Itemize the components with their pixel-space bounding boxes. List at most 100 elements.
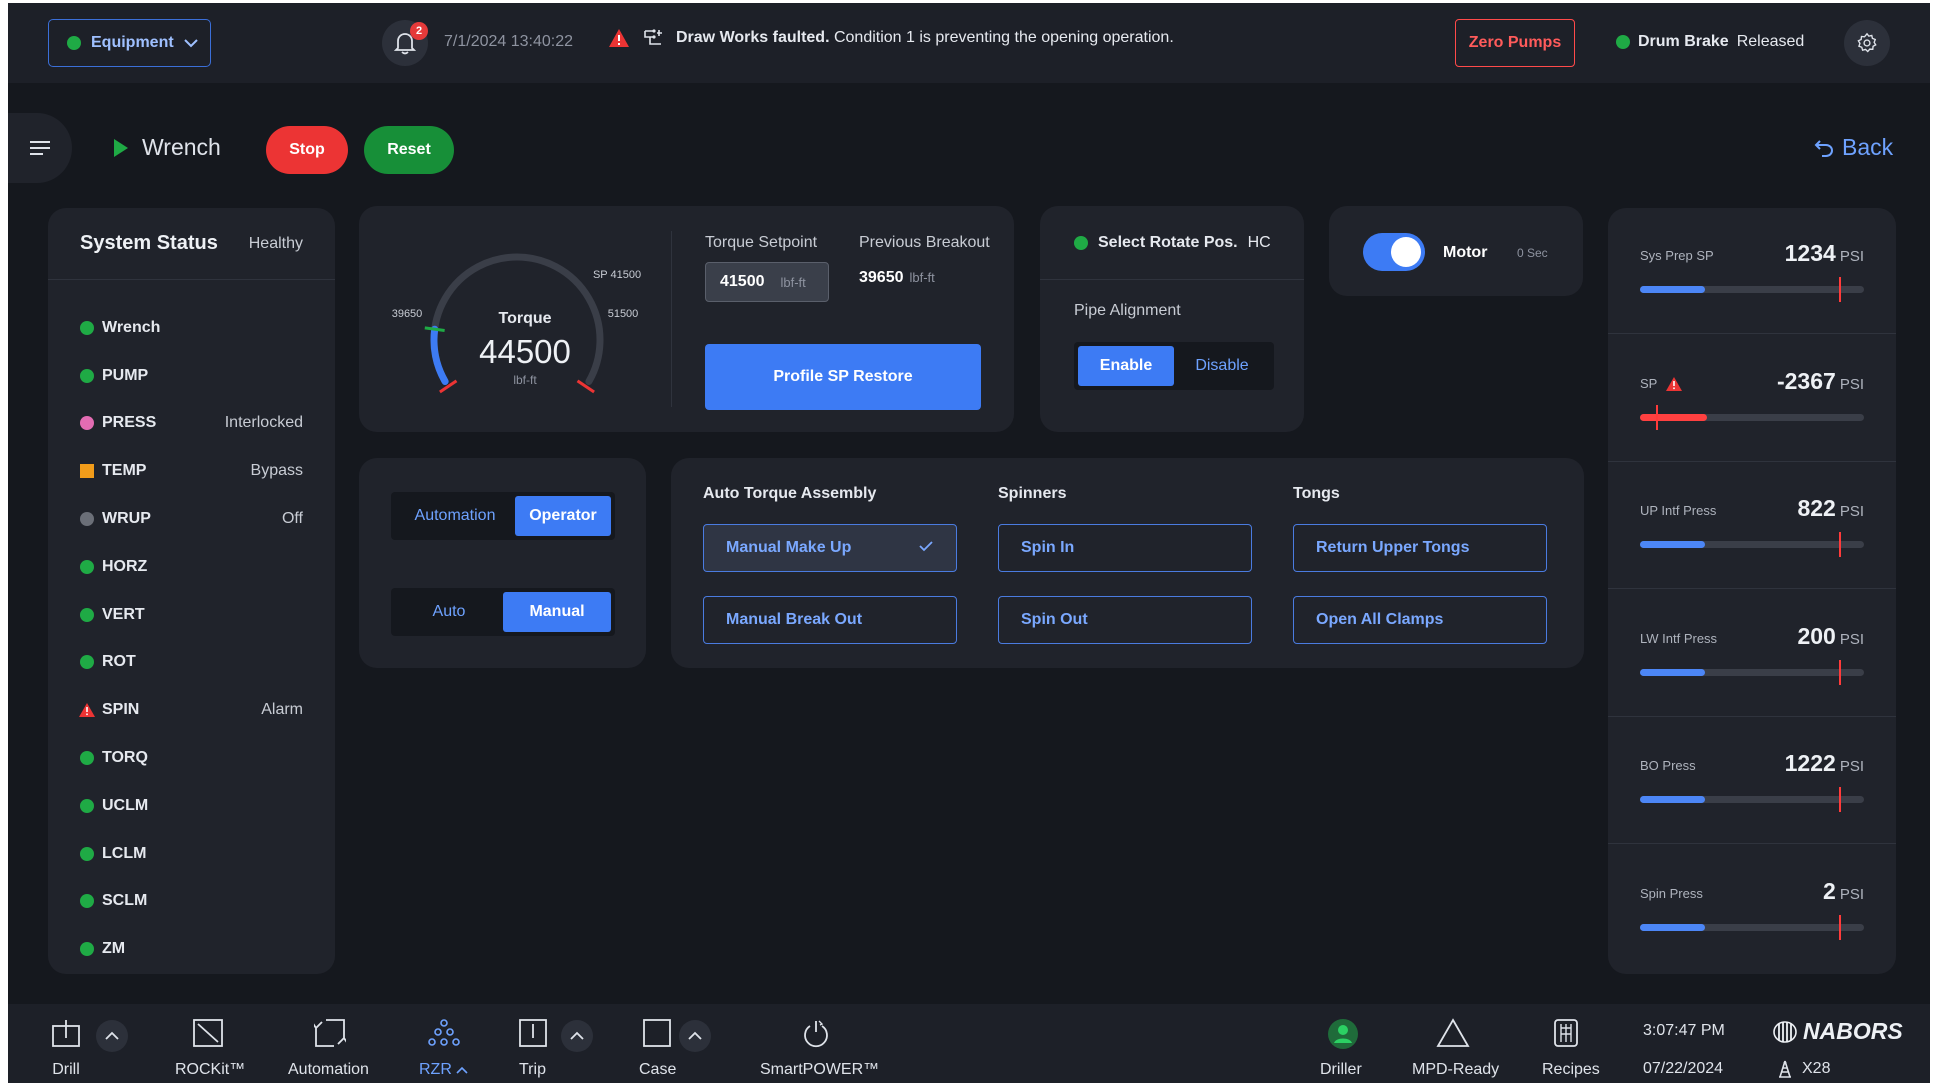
zero-pumps-button[interactable]: Zero Pumps — [1455, 19, 1575, 67]
status-indicator — [80, 368, 94, 383]
pressure-bar-fill — [1640, 286, 1705, 293]
pressure-bar-limit — [1839, 787, 1842, 813]
status-name: UCLM — [102, 796, 149, 814]
nav-drill-label: Drill — [52, 1061, 80, 1078]
pressure-unit: PSI — [1839, 375, 1864, 393]
nav-recipes-label: Recipes — [1542, 1061, 1600, 1078]
motor-toggle[interactable] — [1363, 233, 1425, 271]
disable-option[interactable]: Disable — [1174, 346, 1270, 386]
notifications-button[interactable]: 2 — [382, 20, 428, 66]
status-name: PRESS — [102, 414, 157, 432]
toggle-knob — [1391, 237, 1421, 267]
equipment-dropdown[interactable]: Equipment — [48, 19, 211, 67]
profile-sp-restore-button[interactable]: Profile SP Restore — [705, 344, 981, 410]
nav-smartpower[interactable]: SmartPOWER™ — [756, 1004, 880, 1083]
drum-brake-label: Drum Brake — [1638, 33, 1729, 50]
check-icon — [919, 541, 933, 552]
nav-drill[interactable]: Drill — [36, 1004, 96, 1083]
previous-breakout-value: 39650 — [859, 269, 904, 286]
status-indicator — [80, 942, 94, 957]
nav-automation-label: Automation — [288, 1061, 369, 1078]
pressure-value: 200 PSI — [1797, 623, 1864, 650]
nav-mpd-ready[interactable]: MPD-Ready — [1404, 1004, 1504, 1083]
menu-button[interactable] — [8, 113, 72, 183]
trip-expand-button[interactable] — [561, 1020, 593, 1052]
spin-out-button[interactable]: Spin Out — [998, 596, 1252, 644]
status-name: ROT — [102, 653, 136, 671]
pressure-unit: PSI — [1839, 503, 1864, 521]
page-title-text: Wrench — [142, 134, 221, 160]
return-upper-tongs-button[interactable]: Return Upper Tongs — [1293, 524, 1547, 572]
mode-panel: Automation Operator Auto Manual — [359, 458, 646, 668]
auto-torque-panel: Auto Torque Assembly Spinners Tongs Manu… — [671, 458, 1584, 668]
pressure-bar-fill — [1640, 924, 1705, 931]
nav-trip[interactable]: Trip — [508, 1004, 558, 1083]
operator-option[interactable]: Operator — [515, 496, 611, 536]
drill-expand-button[interactable] — [96, 1020, 128, 1052]
pressure-label: BO Press — [1640, 758, 1696, 773]
status-indicator — [80, 416, 94, 431]
system-status-header: System Status Healthy — [48, 208, 335, 280]
pressure-number: 1234 — [1784, 240, 1836, 266]
drum-brake-status: Drum Brake Released — [1616, 33, 1804, 51]
nav-trip-label: Trip — [519, 1061, 546, 1078]
rig-icon — [1779, 1060, 1791, 1078]
nav-driller[interactable]: Driller — [1312, 1004, 1372, 1083]
rzr-icon — [428, 1019, 460, 1046]
case-expand-button[interactable] — [679, 1020, 711, 1052]
back-button[interactable]: Back — [1814, 134, 1893, 161]
pressure-row: LW Intf Press 200 PSI — [1608, 591, 1896, 717]
nav-smartpower-label: SmartPOWER™ — [760, 1061, 880, 1078]
status-row-press: PRESS Interlocked — [80, 400, 303, 448]
torque-panel: 39650 51500 SP 41500 Torque 44500 lbf-ft Torq… — [359, 206, 1014, 432]
status-name: LCLM — [102, 844, 147, 862]
pressure-row: Sys Prep SP 1234 PSI — [1608, 208, 1896, 334]
clock-date: 07/22/2024 — [1643, 1060, 1724, 1077]
pressure-bar-fill — [1640, 541, 1705, 549]
nav-recipes[interactable]: Recipes — [1530, 1004, 1600, 1083]
open-all-clamps-button[interactable]: Open All Clamps — [1293, 596, 1547, 644]
previous-breakout-unit: lbf-ft — [909, 270, 935, 285]
settings-button[interactable] — [1844, 20, 1890, 66]
manual-break-out-button[interactable]: Manual Break Out — [703, 596, 957, 644]
status-row-zm: ZM — [80, 925, 303, 973]
status-value: Alarm — [261, 701, 303, 719]
nav-case[interactable]: Case — [630, 1004, 684, 1083]
status-row-sclm: SCLM — [80, 878, 303, 926]
pressure-bar-limit — [1839, 532, 1842, 558]
torque-setpoint-input[interactable]: 41500 lbf-ft — [705, 262, 829, 302]
auto-option[interactable]: Auto — [395, 592, 503, 632]
pressure-bar — [1640, 277, 1864, 302]
stop-button[interactable]: Stop — [266, 126, 348, 174]
automation-option[interactable]: Automation — [395, 496, 515, 536]
status-row-lclm: LCLM — [80, 830, 303, 878]
status-row-horz: HORZ — [80, 543, 303, 591]
nav-rzr[interactable]: RZR — [410, 1004, 480, 1083]
spin-in-button[interactable]: Spin In — [998, 524, 1252, 572]
auto-manual-toggle: Auto Manual — [391, 588, 615, 636]
manual-make-up-button[interactable]: Manual Make Up — [703, 524, 957, 572]
automation-icon — [314, 1019, 346, 1047]
motor-seconds: 0 Sec — [1517, 246, 1548, 260]
gear-icon — [1857, 32, 1877, 53]
status-value: Interlocked — [224, 414, 303, 432]
alarm-datetime: 7/1/2024 13:40:22 — [444, 33, 574, 50]
pressure-label-text: Spin Press — [1640, 886, 1703, 901]
pressure-value: -2367 PSI — [1777, 368, 1864, 395]
reset-button[interactable]: Reset — [364, 126, 454, 174]
pressure-bar-fill — [1640, 796, 1705, 804]
nav-rzr-label: RZR — [419, 1061, 468, 1079]
nav-automation[interactable]: Automation — [280, 1004, 380, 1083]
pressure-panel: Sys Prep SP 1234 PSI SP -2367 PSI UP Intf Pres… — [1608, 208, 1896, 974]
pressure-row: UP Intf Press 822 PSI — [1608, 463, 1896, 590]
torque-unit: lbf-ft — [513, 373, 537, 387]
status-name: SCLM — [102, 892, 148, 910]
status-name: TORQ — [102, 749, 148, 767]
gauge-setpoint-label: SP 41500 — [593, 269, 641, 281]
page-title: Wrench — [114, 134, 221, 161]
nav-rockit[interactable]: ROCKit™ — [158, 1004, 258, 1083]
enable-option[interactable]: Enable — [1078, 346, 1174, 386]
warning-icon — [79, 703, 95, 718]
manual-option[interactable]: Manual — [503, 592, 611, 632]
warning-icon — [609, 29, 629, 47]
